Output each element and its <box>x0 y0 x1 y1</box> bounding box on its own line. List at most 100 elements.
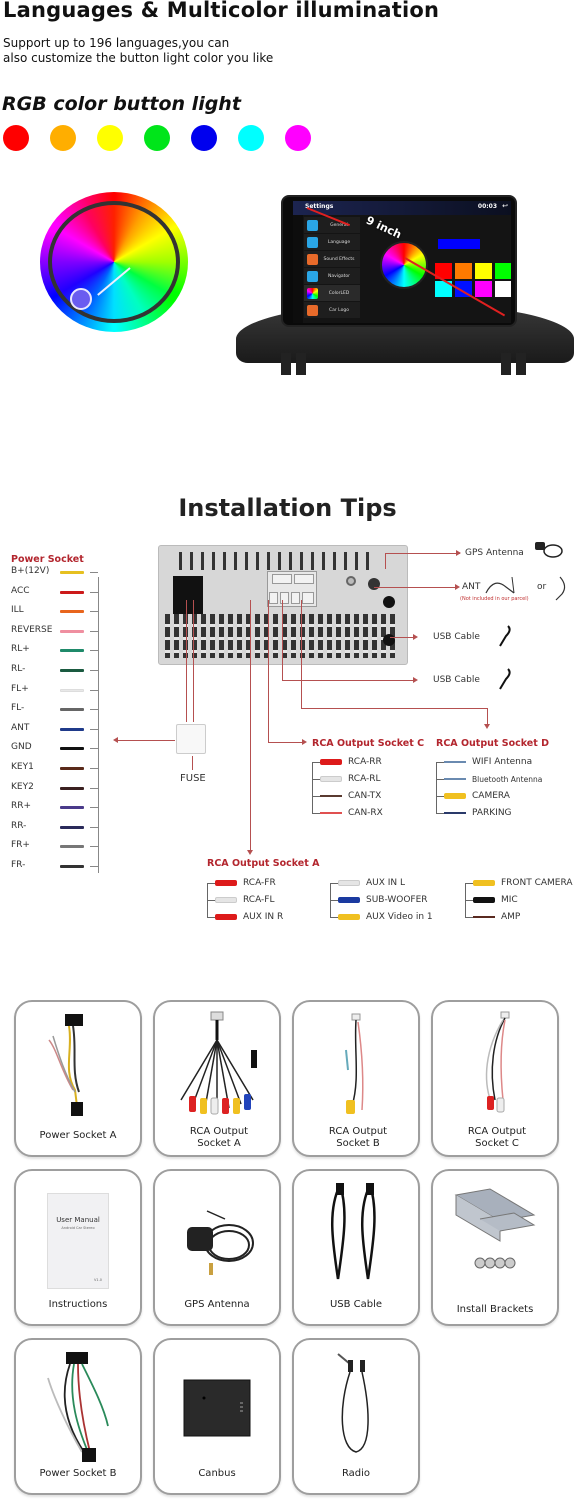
legend-tick <box>312 779 320 780</box>
menu-icon <box>307 236 318 248</box>
color-swatch[interactable] <box>191 125 217 151</box>
legend-item: AUX IN R <box>215 910 283 924</box>
vent-slot <box>300 552 303 570</box>
accessory-label: Install Brackets <box>456 1304 534 1315</box>
hero-title: Languages & Multicolor illumination <box>3 0 440 22</box>
legend-tick <box>436 813 444 814</box>
legend-item: PARKING <box>444 806 512 820</box>
menu-item[interactable]: Sound Effects <box>304 251 360 267</box>
color-wheel[interactable] <box>38 192 190 332</box>
accessory-card[interactable]: RCA Output Socket B <box>292 1000 420 1157</box>
leader-line <box>268 600 269 742</box>
accessory-label: Radio <box>341 1468 371 1479</box>
leader-line <box>186 600 187 722</box>
color-swatch[interactable] <box>3 125 29 151</box>
legend-tick <box>312 813 320 814</box>
accessory-card[interactable]: Power Socket B <box>14 1338 142 1495</box>
legend-tick <box>330 883 338 884</box>
power-wire-swatch <box>60 708 84 712</box>
power-wire-tick <box>90 591 98 593</box>
power-wire-label: REVERSE <box>11 624 53 635</box>
rca-plug-icon <box>338 880 360 886</box>
vent-slot <box>333 552 336 570</box>
grille-slot <box>363 614 368 658</box>
color-swatch[interactable] <box>97 125 123 151</box>
accessory-card[interactable]: Install Brackets <box>431 1169 559 1326</box>
bracket-leg <box>516 353 526 375</box>
vent-slot <box>190 552 193 570</box>
accessory-label: Instructions <box>48 1299 108 1310</box>
legend-item: CAN-RX <box>320 806 383 820</box>
accessory-label: RCA Output Socket B <box>328 1126 388 1149</box>
menu-item[interactable]: ColorLED <box>304 285 360 301</box>
accessory-card[interactable]: GPS Antenna <box>153 1169 281 1326</box>
color-swatch[interactable] <box>238 125 264 151</box>
legend-item: Bluetooth Antenna <box>444 772 542 786</box>
legend-item: MIC <box>473 893 518 907</box>
accessory-image <box>326 1348 386 1462</box>
menu-item-label: ColorLED <box>328 290 350 296</box>
vent-slot <box>289 552 292 570</box>
menu-item[interactable]: Language <box>304 234 360 250</box>
accessory-card[interactable]: Canbus <box>153 1338 281 1495</box>
menu-icon <box>307 304 318 316</box>
screen-color-option[interactable] <box>495 263 511 279</box>
legend-tick <box>436 796 444 797</box>
accessory-label: GPS Antenna <box>184 1299 250 1310</box>
screen-color-option[interactable] <box>475 263 492 279</box>
back-icon[interactable]: ↩ <box>502 202 508 210</box>
color-swatch[interactable] <box>285 125 311 151</box>
rear-panel <box>158 545 408 665</box>
accessory-card[interactable]: RCA Output Socket A <box>153 1000 281 1157</box>
accessory-card[interactable]: User Manual Android Car Stereo V1.0 Instruc… <box>14 1169 142 1326</box>
size-label: 9 inch <box>364 213 404 242</box>
legend-item: RCA-RL <box>320 772 381 786</box>
vent-slot <box>179 552 182 570</box>
settings-menu: General Language Sound Effects Navigator Col… <box>304 217 360 319</box>
plug <box>269 592 278 604</box>
screen-color-option[interactable] <box>495 281 511 297</box>
usb-cable-label-2: USB Cable <box>433 675 480 685</box>
antenna-port <box>368 578 380 590</box>
color-wheel-handle[interactable] <box>70 288 92 310</box>
accessory-card[interactable]: USB Cable <box>292 1169 420 1326</box>
leader-line <box>301 600 302 708</box>
power-wire-tick <box>90 689 98 691</box>
usb-port <box>383 634 395 646</box>
power-wire-swatch <box>60 610 84 614</box>
accessory-card[interactable]: Radio <box>292 1338 420 1495</box>
menu-item[interactable]: Navigator <box>304 268 360 284</box>
bracket-leg <box>501 353 511 375</box>
grille-slot <box>336 614 341 658</box>
menu-item[interactable]: Car Logo <box>304 302 360 318</box>
power-wire-tick <box>90 709 98 711</box>
vent-slot <box>322 552 325 570</box>
menu-item-label: Car Logo <box>329 307 349 313</box>
accessory-card[interactable]: Power Socket A <box>14 1000 142 1157</box>
rgb-title: RGB color button light <box>2 93 241 115</box>
legend-label: MIC <box>501 895 518 905</box>
screen: Settings 00:03 ↩ General Language Sound Ef… <box>293 201 511 323</box>
color-swatch[interactable] <box>50 125 76 151</box>
side-icon-strip <box>293 215 303 323</box>
grille-slot <box>372 614 377 658</box>
menu-icon <box>307 253 318 265</box>
menu-icon <box>307 270 318 282</box>
power-wire-label: GND <box>11 742 32 753</box>
screen-color-option[interactable] <box>475 281 492 297</box>
accessory-card[interactable]: RCA Output Socket C <box>431 1000 559 1157</box>
color-swatch[interactable] <box>144 125 170 151</box>
power-wire-label: KEY1 <box>11 762 34 772</box>
vent-slot <box>344 552 347 570</box>
legend-bracket <box>436 762 437 813</box>
vent-slot <box>278 552 281 570</box>
accessory-image <box>167 1201 267 1295</box>
fuse-label: FUSE <box>180 773 206 784</box>
screen-color-option[interactable] <box>455 263 472 279</box>
wire-icon <box>444 812 466 814</box>
rca-plug-icon <box>320 759 342 765</box>
vent-slot <box>355 552 358 570</box>
arrow-icon <box>247 850 253 855</box>
wire-icon <box>473 916 495 918</box>
menu-icon <box>307 287 318 299</box>
